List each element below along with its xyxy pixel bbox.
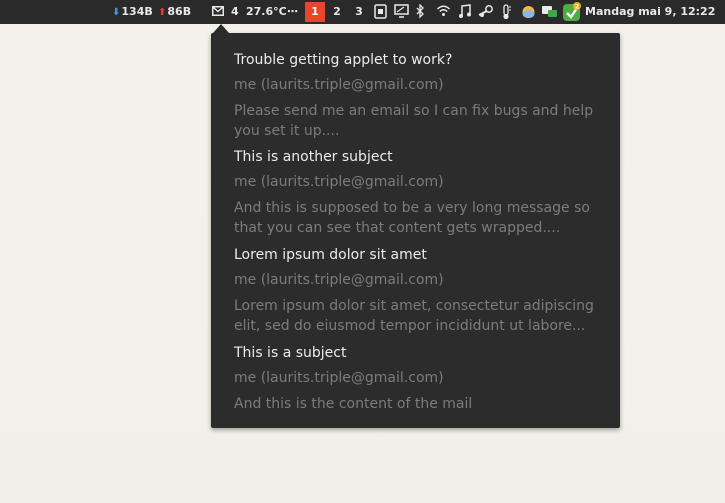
top-panel: ⬇134B ⬆86B 4 27.6°C ⋯ 1 2 3 2 Mandag mai…	[0, 0, 725, 24]
chat-icon[interactable]	[541, 4, 558, 20]
mail-body: Please send me an email so I can fix bug…	[234, 103, 594, 139]
mail-popup: Trouble getting applet to work? me (laur…	[211, 33, 620, 428]
popup-pointer	[213, 24, 229, 33]
network-upload-value: 86B	[167, 5, 192, 18]
workspace-1-button[interactable]: 1	[305, 2, 325, 22]
screenshot-icon[interactable]	[374, 4, 387, 20]
overflow-menu-button[interactable]: ⋯	[287, 0, 298, 24]
download-arrow-icon: ⬇	[112, 7, 121, 18]
display-icon[interactable]	[394, 4, 409, 20]
mail-sender: me (laurits.triple@gmail.com)	[234, 370, 444, 386]
mail-body: And this is supposed to be a very long m…	[234, 200, 590, 236]
upload-arrow-icon: ⬆	[158, 7, 167, 18]
mail-subject: Lorem ipsum dolor sit amet	[234, 247, 427, 263]
network-download-indicator[interactable]: ⬇134B	[112, 0, 153, 24]
mail-sender: me (laurits.triple@gmail.com)	[234, 77, 444, 93]
thermometer-icon[interactable]	[501, 4, 512, 20]
mail-body: Lorem ipsum dolor sit amet, consectetur …	[234, 298, 594, 334]
update-badge: 2	[575, 3, 580, 11]
mail-body: And this is the content of the mail	[234, 396, 473, 412]
mail-icon	[212, 6, 224, 16]
mail-applet-button[interactable]	[212, 0, 224, 24]
workspace-3-button[interactable]: 3	[349, 0, 369, 24]
steam-icon[interactable]	[478, 4, 494, 20]
update-icon[interactable]: 2	[562, 2, 582, 22]
mail-subject: This is another subject	[234, 149, 393, 165]
wifi-icon[interactable]	[436, 4, 451, 20]
workspace-2-button[interactable]: 2	[327, 0, 347, 24]
mail-count[interactable]: 4	[231, 0, 239, 24]
mail-subject: Trouble getting applet to work?	[234, 52, 453, 68]
weather-icon[interactable]	[521, 4, 536, 20]
temperature-indicator[interactable]: 27.6°C	[246, 0, 287, 24]
mail-sender: me (laurits.triple@gmail.com)	[234, 272, 444, 288]
network-upload-indicator[interactable]: ⬆86B	[158, 0, 191, 24]
clock[interactable]: Mandag mai 9, 12:22	[585, 0, 715, 24]
mail-sender: me (laurits.triple@gmail.com)	[234, 174, 444, 190]
bluetooth-icon[interactable]	[416, 4, 425, 20]
mail-subject: This is a subject	[234, 345, 347, 361]
music-icon[interactable]	[458, 4, 472, 20]
network-download-value: 134B	[121, 5, 153, 18]
